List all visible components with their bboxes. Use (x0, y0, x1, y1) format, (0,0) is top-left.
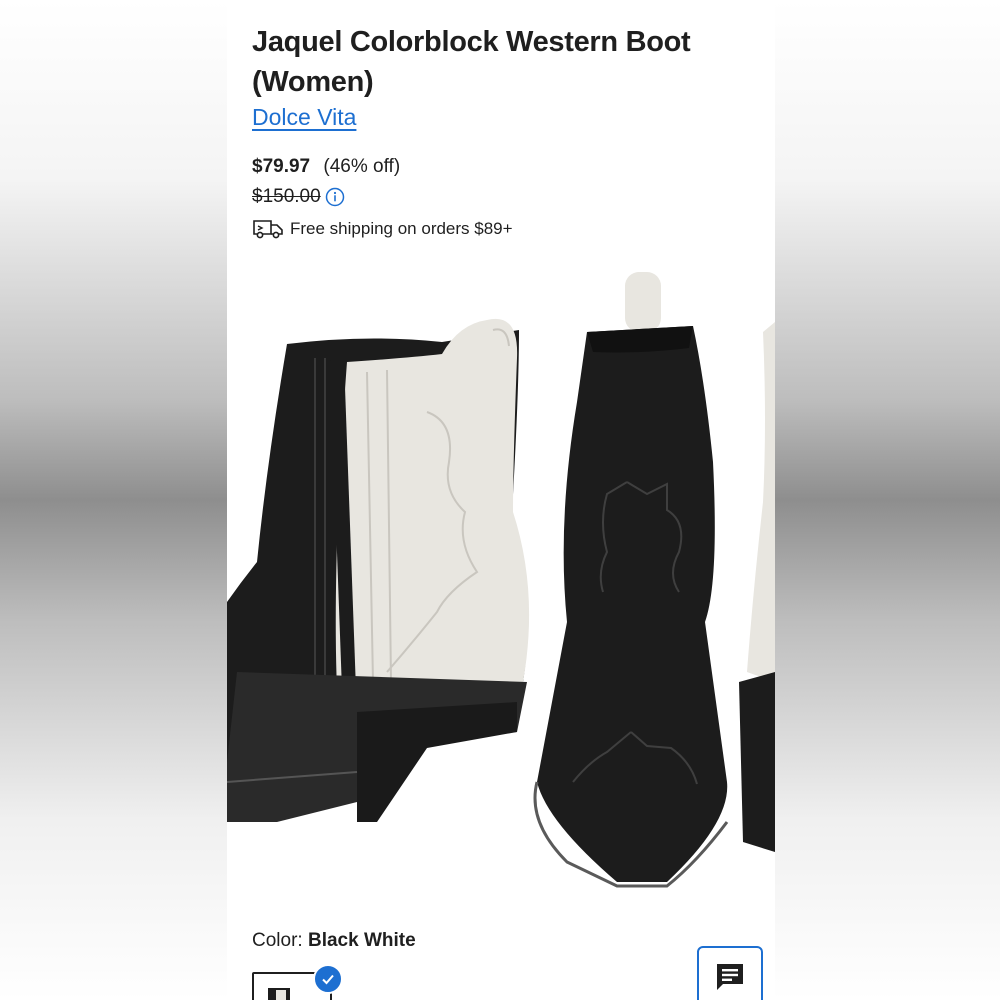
product-title: Jaquel Colorblock Western Boot (Women) (252, 26, 691, 98)
chat-icon (714, 961, 746, 998)
sale-price: $79.97 (252, 156, 311, 177)
product-image (227, 272, 775, 888)
brand-link[interactable]: Dolce Vita (252, 104, 356, 131)
boot-side-view (227, 318, 530, 822)
original-price: $150.00 (252, 186, 321, 207)
boot-front-view (533, 272, 729, 888)
discount-label: (46% off) (323, 156, 401, 177)
check-icon (313, 964, 343, 994)
color-value: Black White (307, 930, 416, 951)
product-image-carousel[interactable] (227, 262, 775, 902)
shipping-row: Free shipping on orders $89+ (252, 218, 513, 240)
original-price-row: $150.00 (252, 186, 345, 208)
product-page: Jaquel Colorblock Western Boot (Women) D… (227, 0, 775, 1000)
truck-icon (252, 218, 284, 240)
chat-button[interactable] (697, 946, 763, 1000)
color-label: Color: (252, 930, 303, 951)
info-icon[interactable] (325, 187, 345, 207)
boot-partial-view (739, 322, 775, 852)
shipping-text: Free shipping on orders $89+ (290, 219, 513, 238)
color-selection-label: Color: Black White (252, 930, 416, 952)
price-row: $79.97 (46% off) (252, 156, 400, 178)
